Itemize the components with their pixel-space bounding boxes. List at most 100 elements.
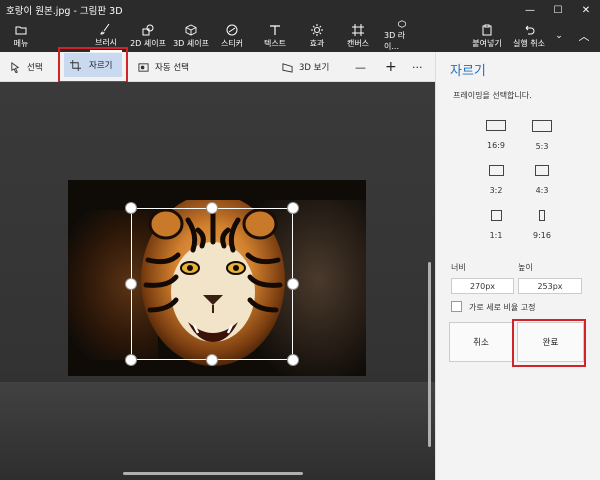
collapse-ribbon-button[interactable]: ︿ [574,20,594,52]
undo-label: 실행 취소 [513,38,545,48]
zoom-out-button[interactable]: — [355,52,366,82]
brush-label: 브러시 [94,37,118,47]
ratio-4-3-label: 4:3 [535,186,549,195]
ratio-3-2-icon [488,165,504,176]
crop-icon [70,59,81,71]
ratio-1-1[interactable]: 1:1 [484,210,508,240]
horizontal-scrollbar[interactable] [123,472,303,475]
select-label: 선택 [27,63,43,73]
library-icon [398,20,406,28]
library-3d-tool[interactable]: 3D 라이... [384,20,420,52]
height-label: 높이 [518,263,533,272]
maximize-button[interactable]: ☐ [544,0,572,20]
panel-title: 자르기 [450,64,486,79]
shapes-2d-icon [142,24,154,35]
crop-handle-bottom-right[interactable] [287,354,299,366]
paste-label: 붙여넣기 [472,38,502,48]
menu-label: 메뉴 [13,38,29,48]
sticker-label: 스티커 [220,38,244,48]
crop-handle-left[interactable] [125,278,137,290]
view-3d-button[interactable]: 3D 보기 [282,52,329,82]
vertical-scrollbar[interactable] [428,262,431,447]
crop-handle-top-right[interactable] [287,202,299,214]
view-3d-icon [282,62,293,73]
ratio-3-2[interactable]: 3:2 [484,165,508,195]
shapes-2d-tool[interactable]: 2D 셰이프 [128,20,168,52]
ratio-16-9[interactable]: 16:9 [484,120,508,150]
canvas-tool[interactable]: 캔버스 [344,20,372,52]
shapes-2d-label: 2D 셰이프 [130,38,166,48]
ratio-1-1-label: 1:1 [489,231,503,240]
undo-icon [525,25,535,34]
crop-handle-bottom[interactable] [206,354,218,366]
crop-handle-bottom-left[interactable] [125,354,137,366]
auto-select-tool[interactable]: 자동 선택 [138,52,189,82]
done-button-highlight [512,319,586,367]
cancel-button[interactable]: 취소 [449,322,513,362]
auto-select-label: 자동 선택 [155,63,189,73]
crop-button[interactable]: 자르기 [64,53,122,77]
zoom-in-button[interactable]: + [385,52,397,82]
ratio-9-16-icon [539,210,545,221]
magic-select-icon [138,62,149,72]
paste-button[interactable]: 붙여넣기 [470,20,504,52]
crop-button-highlight: 자르기 [58,47,128,83]
window-title: 호랑이 원본.jpg - 그림판 3D [6,6,123,17]
ratio-5-3[interactable]: 5:3 [530,120,554,151]
sticker-tool[interactable]: 스티커 [218,20,246,52]
chevron-down-icon: ⌄ [555,31,563,41]
ratio-5-3-label: 5:3 [535,142,549,151]
text-label: 텍스트 [263,38,287,48]
ratio-4-3[interactable]: 4:3 [530,165,554,195]
canvas-label: 캔버스 [346,38,370,48]
cursor-icon [11,61,20,73]
menu-button[interactable]: 메뉴 [6,20,36,52]
folder-icon [15,26,27,34]
paste-icon [482,24,492,35]
ratio-5-3-icon [532,120,552,132]
ratio-3-2-label: 3:2 [489,186,503,195]
chevron-up-icon: ︿ [578,30,590,43]
canvas-area[interactable] [0,82,435,480]
title-bar: 호랑이 원본.jpg - 그림판 3D — ☐ ✕ [0,0,600,20]
ratio-16-9-label: 16:9 [487,141,505,150]
lock-ratio-label: 가로 세로 비율 고정 [469,303,536,312]
crop-handle-top-left[interactable] [125,202,137,214]
canvas-floor [0,382,435,480]
width-field[interactable]: 270px [451,278,514,294]
undo-button[interactable]: 실행 취소 [510,20,548,52]
sun-icon [311,23,323,36]
shapes-3d-tool[interactable]: 3D 셰이프 [172,20,210,52]
select-tool[interactable]: 선택 [10,52,43,82]
effects-tool[interactable]: 효과 [306,20,328,52]
shapes-3d-label: 3D 셰이프 [173,38,209,48]
crop-handle-right[interactable] [287,278,299,290]
height-field[interactable]: 253px [518,278,582,294]
cube-icon [185,23,197,36]
effects-label: 효과 [309,38,325,48]
zoom-in-icon: + [385,59,397,75]
crop-panel: 자르기 프레이밍을 선택합니다. 16:9 5:3 3:2 4:3 1:1 9:… [435,52,600,480]
canvas-icon [352,23,364,36]
close-button[interactable]: ✕ [572,0,600,20]
text-icon [270,24,280,35]
sticker-icon [226,24,238,35]
view-3d-label: 3D 보기 [299,63,330,73]
ratio-9-16-label: 9:16 [533,231,551,240]
width-label: 너비 [451,263,466,272]
more-icon: ··· [412,60,423,74]
ratio-16-9-icon [486,120,506,131]
ratio-9-16[interactable]: 9:16 [530,210,554,240]
crop-frame[interactable] [131,208,293,360]
ratio-1-1-icon [490,210,502,221]
more-button[interactable]: ··· [412,52,423,82]
text-tool[interactable]: 텍스트 [262,20,288,52]
ratio-4-3-icon [535,165,549,176]
minimize-button[interactable]: — [516,0,544,20]
undo-dropdown-button[interactable]: ⌄ [552,20,566,52]
crop-label: 자르기 [89,61,113,71]
lock-ratio-checkbox[interactable] [451,301,462,312]
library-3d-label: 3D 라이... [384,31,406,51]
panel-subtitle: 프레이밍을 선택합니다. [453,91,532,100]
crop-handle-top[interactable] [206,202,218,214]
